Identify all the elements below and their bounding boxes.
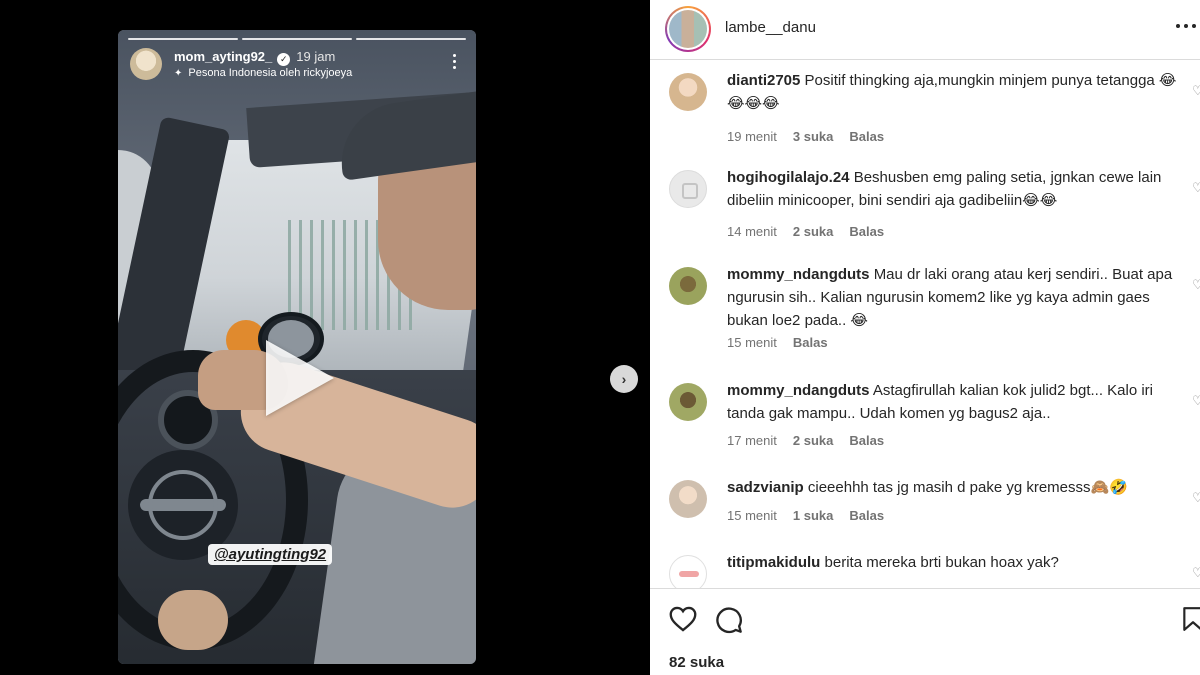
post-username[interactable]: lambe__danu [725, 19, 816, 36]
story-username[interactable]: mom_ayting92_ ✓ 19 jam [174, 49, 335, 66]
action-bar: 82 suka [650, 588, 1200, 675]
comment-username[interactable]: titipmakidulu [727, 554, 820, 571]
comment-avatar[interactable] [669, 170, 707, 208]
bookmark-icon[interactable] [1182, 606, 1200, 632]
post-header: lambe__danu [650, 0, 1200, 60]
likes-count[interactable]: 82 suka [669, 654, 724, 671]
comment-username[interactable]: dianti2705 [727, 72, 800, 89]
comment-heart-icon[interactable]: ♡ [1192, 180, 1200, 195]
comment-avatar[interactable] [669, 480, 707, 518]
comment-body: sadzvianip cieeehhh tas jg masih d pake … [727, 476, 1177, 499]
reply-button[interactable]: Balas [849, 129, 884, 144]
comment-avatar[interactable] [669, 555, 707, 588]
comment-heart-icon[interactable]: ♡ [1192, 393, 1200, 408]
comment-body: dianti2705 Positif thingking aja,mungkin… [727, 69, 1177, 115]
verified-badge-icon: ✓ [277, 53, 291, 66]
comment-avatar[interactable] [669, 73, 707, 111]
comment-body: mommy_ndangduts Astagfirullah kalian kok… [727, 379, 1177, 425]
media-viewer: mom_ayting92_ ✓ 19 jam ✦ Pesona Indonesia o… [0, 0, 650, 675]
comment-list[interactable]: dianti2705 Positif thingking aja,mungkin… [650, 61, 1200, 588]
comment-time: 15 menit [727, 508, 777, 523]
reply-button[interactable]: Balas [793, 335, 828, 350]
post-avatar[interactable] [665, 6, 711, 52]
play-icon[interactable] [266, 340, 334, 416]
story-username-text[interactable]: mom_ayting92_ [174, 49, 272, 64]
comment-time: 14 menit [727, 224, 777, 239]
story-header: mom_ayting92_ ✓ 19 jam ✦ Pesona Indonesia o… [130, 48, 464, 88]
comment-meta: 17 menit 2 suka Balas [727, 433, 900, 448]
comment-bubble-icon[interactable] [715, 606, 743, 634]
comment-meta: 15 menit Balas [727, 335, 844, 350]
comment-heart-icon[interactable]: ♡ [1192, 83, 1200, 98]
comment-body: mommy_ndangduts Mau dr laki orang atau k… [727, 263, 1177, 332]
story-more-icon[interactable] [450, 54, 458, 74]
story-avatar[interactable] [130, 48, 162, 80]
comment-likes[interactable]: 1 suka [793, 508, 833, 523]
story-music-text: Pesona Indonesia oleh rickyjoeya [188, 67, 353, 79]
comment-likes[interactable]: 2 suka [793, 224, 833, 239]
comment-heart-icon[interactable]: ♡ [1192, 565, 1200, 580]
story-progress [128, 38, 466, 40]
story-music[interactable]: ✦ Pesona Indonesia oleh rickyjoeya [174, 67, 352, 79]
comment-text: cieeehhh tas jg masih d pake yg kremesss… [807, 479, 1128, 496]
post-avatar-image [669, 10, 707, 48]
comment-likes[interactable]: 2 suka [793, 433, 833, 448]
comment-text: berita mereka brti bukan hoax yak? [824, 554, 1059, 571]
comment-body: hogihogilalajo.24 Beshusben emg paling s… [727, 166, 1177, 212]
comment-heart-icon[interactable]: ♡ [1192, 277, 1200, 292]
knee [158, 590, 228, 650]
heart-icon[interactable] [669, 606, 697, 632]
comment-meta: 19 menit 3 suka Balas [727, 129, 900, 144]
post-panel: lambe__danu dianti2705 Positif thingking… [650, 0, 1200, 675]
story-time: 19 jam [296, 49, 336, 64]
mention-sticker[interactable]: @ayutingting92 [208, 544, 333, 565]
comment-likes[interactable]: 3 suka [793, 129, 833, 144]
reply-button[interactable]: Balas [849, 433, 884, 448]
comment-username[interactable]: hogihogilalajo.24 [727, 169, 850, 186]
comment-body: titipmakidulu berita mereka brti bukan h… [727, 551, 1177, 574]
story-video[interactable]: mom_ayting92_ ✓ 19 jam ✦ Pesona Indonesia o… [118, 30, 476, 664]
comment-avatar[interactable] [669, 383, 707, 421]
comment-meta: 14 menit 2 suka Balas [727, 224, 900, 239]
reply-button[interactable]: Balas [849, 508, 884, 523]
comment-username[interactable]: mommy_ndangduts [727, 382, 870, 399]
comment-time: 15 menit [727, 335, 777, 350]
comment-time: 17 menit [727, 433, 777, 448]
reply-button[interactable]: Balas [849, 224, 884, 239]
comment-username[interactable]: sadzvianip [727, 479, 804, 496]
comment-avatar[interactable] [669, 267, 707, 305]
comment-meta: 15 menit 1 suka Balas [727, 508, 900, 523]
comment-username[interactable]: mommy_ndangduts [727, 266, 870, 283]
chevron-right-icon[interactable]: › [610, 365, 638, 393]
sparkle-music-icon: ✦ [174, 68, 183, 79]
comment-heart-icon[interactable]: ♡ [1192, 490, 1200, 505]
post-more-icon[interactable] [1176, 24, 1198, 30]
comment-time: 19 menit [727, 129, 777, 144]
